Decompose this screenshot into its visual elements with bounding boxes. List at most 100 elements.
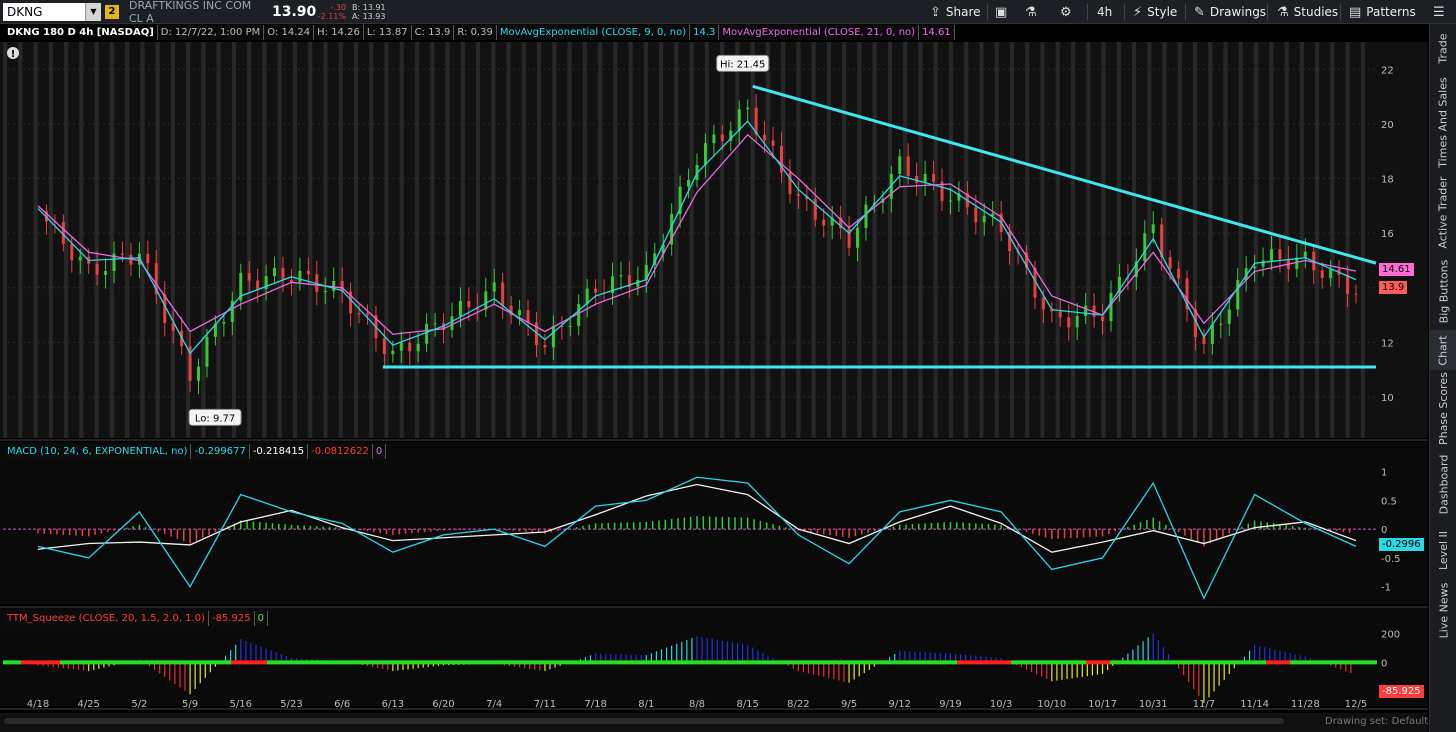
candle-body <box>1320 270 1324 279</box>
squeeze-dot <box>510 660 513 665</box>
squeeze-dot <box>531 660 534 665</box>
menu-button[interactable]: ☰ <box>1433 3 1450 21</box>
squeeze-dot <box>1293 660 1296 665</box>
session-stripe <box>384 42 389 438</box>
last-price-badge: 13.9 <box>1379 281 1408 294</box>
candle-body <box>1329 268 1333 279</box>
squeeze-dot <box>957 660 960 665</box>
squeeze-dot <box>417 660 420 665</box>
share-button[interactable]: ⇪ Share <box>930 3 981 21</box>
tab-chart[interactable]: Chart <box>1430 330 1456 370</box>
bar-low: L: 13.87 <box>363 25 412 40</box>
squeeze-dot <box>477 660 480 665</box>
session-stripe <box>643 42 648 438</box>
candle-body <box>399 342 403 351</box>
macd-label[interactable]: MACD (10, 24, 6, EXPONENTIAL, no) <box>4 444 192 459</box>
patterns-button[interactable]: ▤ Patterns <box>1349 3 1416 21</box>
candle-body <box>146 253 150 264</box>
screenshot-button[interactable]: ▣ <box>995 3 1012 21</box>
squeeze-dot <box>1059 660 1062 665</box>
link-group-badge[interactable]: 2 <box>105 4 119 19</box>
squeeze-dot <box>228 660 231 665</box>
squeeze-dot <box>396 660 399 665</box>
squeeze-dot <box>903 660 906 665</box>
drawings-button[interactable]: ✎ Drawings <box>1194 3 1266 21</box>
squeeze-dot <box>732 660 735 665</box>
squeeze-dot <box>1308 660 1311 665</box>
squeeze-dot <box>1269 660 1272 665</box>
squeeze-dot <box>255 660 258 665</box>
company-name: DRAFTKINGS INC COM CL A <box>129 0 252 25</box>
candle-body <box>256 280 260 290</box>
squeeze-dot <box>1371 660 1374 665</box>
tab-phase-scores[interactable]: Phase Scores <box>1430 372 1456 445</box>
tab-big-buttons[interactable]: Big Buttons <box>1430 254 1456 328</box>
settings-button[interactable]: ⚙ <box>1060 3 1077 21</box>
squeeze-dot <box>474 660 477 665</box>
tab-label: Trade <box>1437 32 1450 64</box>
squeeze-dot <box>156 660 159 665</box>
squeeze-dot <box>915 660 918 665</box>
candle-body <box>298 270 302 282</box>
squeeze-dot <box>69 660 72 665</box>
tab-label: Times And Sales <box>1437 76 1450 168</box>
studies-button[interactable]: ⚗ Studies <box>1277 3 1338 21</box>
squeeze-dot <box>99 660 102 665</box>
tab-active-trader[interactable]: Active Trader <box>1430 172 1456 252</box>
style-button[interactable]: ⚡ Style <box>1133 3 1177 21</box>
squeeze-dot <box>609 660 612 665</box>
candle-body <box>771 140 775 146</box>
flask-button[interactable]: ⚗ <box>1025 3 1042 21</box>
squeeze-dot <box>1044 660 1047 665</box>
squeeze-dot <box>828 660 831 665</box>
squeeze-label[interactable]: TTM_Squeeze (CLOSE, 20, 1.5, 2.0, 1.0) <box>4 611 209 626</box>
tab-times-and-sales[interactable]: Times And Sales <box>1430 74 1456 170</box>
session-stripe <box>1299 42 1304 438</box>
candle-body <box>898 156 902 174</box>
squeeze-dot <box>714 660 717 665</box>
candle-body <box>763 134 767 141</box>
squeeze-dot <box>696 660 699 665</box>
session-stripe <box>155 42 160 438</box>
squeeze-dot <box>1155 660 1158 665</box>
symbol-input[interactable]: DKNG ▼ <box>3 2 101 21</box>
squeeze-dot <box>1029 660 1032 665</box>
squeeze-dot <box>336 660 339 665</box>
squeeze-dot <box>348 660 351 665</box>
session-stripe <box>18 42 23 438</box>
squeeze-dot <box>1275 660 1278 665</box>
squeeze-dot <box>129 660 132 665</box>
squeeze-dot <box>633 660 636 665</box>
squeeze-dot <box>978 660 981 665</box>
squeeze-dot <box>309 660 312 665</box>
squeeze-dot <box>837 660 840 665</box>
squeeze-dot <box>1149 660 1152 665</box>
squeeze-dot <box>774 660 777 665</box>
squeeze-dot <box>1254 660 1257 665</box>
tab-live-news[interactable]: Live News <box>1430 580 1456 640</box>
squeeze-dot <box>924 660 927 665</box>
timeframe-button[interactable]: 4h <box>1097 3 1112 21</box>
x-axis-label: 5/23 <box>280 699 302 710</box>
squeeze-dot <box>273 660 276 665</box>
squeeze-dot <box>936 660 939 665</box>
squeeze-dot <box>726 660 729 665</box>
squeeze-dot <box>414 660 417 665</box>
squeeze-dot <box>189 660 192 665</box>
candle-body <box>568 325 572 327</box>
ema9-label[interactable]: MovAvgExponential (CLOSE, 9, 0, no) <box>496 25 691 40</box>
symbol-dropdown-icon[interactable]: ▼ <box>85 2 101 21</box>
squeeze-dot <box>516 660 519 665</box>
squeeze-dot <box>798 660 801 665</box>
squeeze-dot <box>606 660 609 665</box>
ema21-label[interactable]: MovAvgExponential (CLOSE, 21, 0, no) <box>719 25 920 40</box>
tab-trade[interactable]: Trade <box>1430 24 1456 72</box>
tab-level-ii[interactable]: Level II <box>1430 524 1456 576</box>
squeeze-dot <box>261 660 264 665</box>
squeeze-dot <box>426 660 429 665</box>
tab-dashboard[interactable]: Dashboard <box>1430 448 1456 520</box>
squeeze-dot <box>219 660 222 665</box>
tab-label: Level II <box>1437 530 1450 570</box>
squeeze-dot <box>645 660 648 665</box>
drawing-set-status[interactable]: Drawing set: Default <box>1325 716 1428 727</box>
